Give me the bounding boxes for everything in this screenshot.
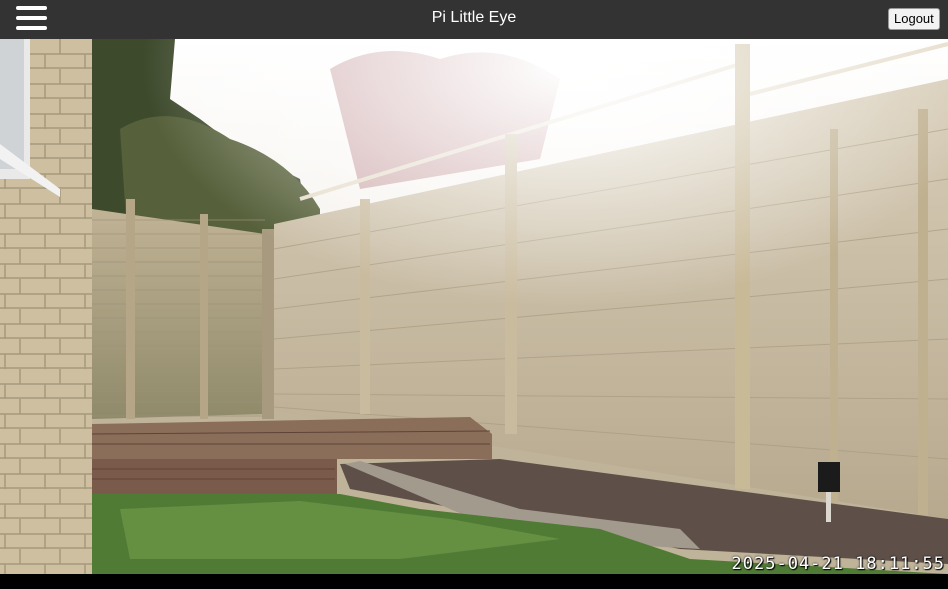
garden-scene [0, 39, 948, 574]
logout-button[interactable]: Logout [888, 8, 940, 30]
timestamp-overlay: 2025-04-21 18:11:55 [731, 554, 945, 574]
page-title: Pi Little Eye [431, 9, 517, 26]
bottom-bar [0, 574, 948, 589]
top-navigation-bar: Pi Little Eye Logout [0, 0, 948, 39]
camera-feed-image: 2025-04-21 18:11:55 [0, 39, 948, 574]
